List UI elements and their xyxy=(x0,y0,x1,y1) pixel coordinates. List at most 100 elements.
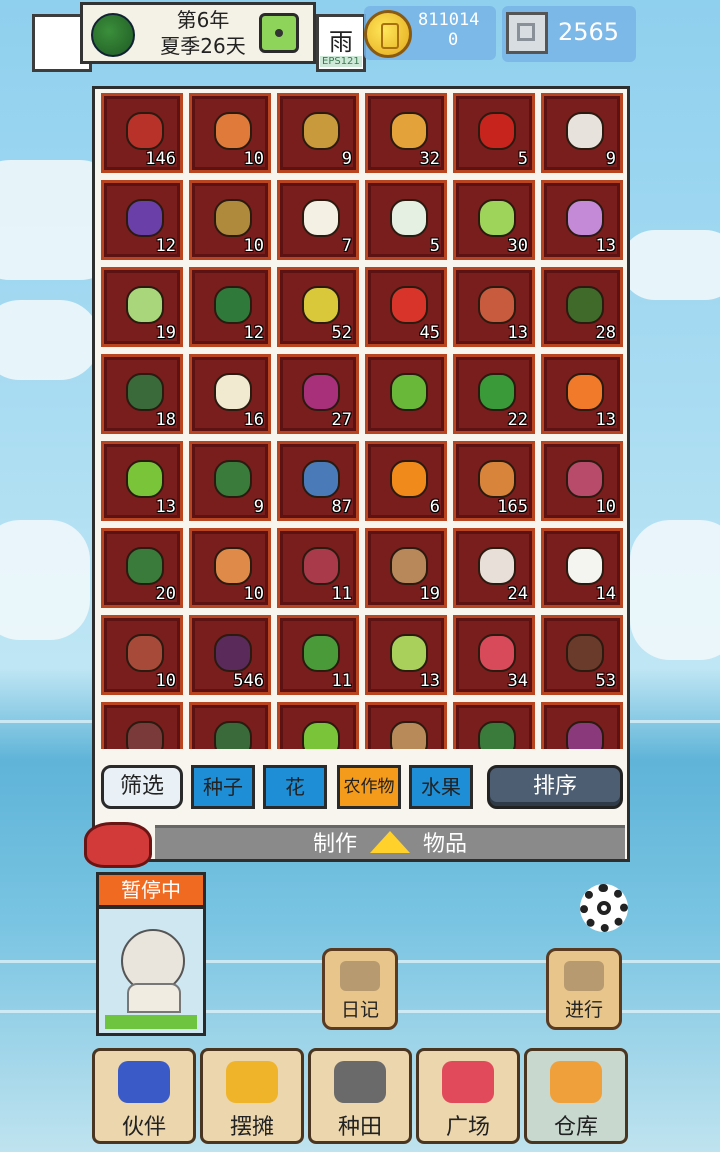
status-badge[interactable]: 暂停中 xyxy=(96,872,206,908)
gear-icon[interactable] xyxy=(580,884,628,932)
nav-warehouse[interactable]: 仓库 xyxy=(524,1048,628,1144)
inventory-grid[interactable]: 146 10 9 32 5 9 12 10 7 5 30 13 19 12 52 45 13 28 18 16 27 22… xyxy=(101,93,625,749)
tab-flowers[interactable]: 花 xyxy=(263,765,327,809)
inventory-slot[interactable]: 18 xyxy=(101,354,183,434)
item-count: 14 xyxy=(595,584,616,604)
proceed-button[interactable]: 进行 xyxy=(546,948,622,1030)
inventory-slot[interactable]: 10 xyxy=(101,615,183,695)
item-icon xyxy=(566,286,604,324)
watering-can-icon xyxy=(334,1061,386,1103)
tab-crops[interactable]: 农作物 xyxy=(337,765,401,809)
inventory-slot[interactable] xyxy=(365,702,447,749)
item-icon xyxy=(126,721,164,749)
inventory-slot[interactable]: 165 xyxy=(453,441,535,521)
inventory-slot[interactable]: 10 xyxy=(189,528,271,608)
inventory-slot[interactable]: 13 xyxy=(541,354,623,434)
inventory-slot[interactable]: 9 xyxy=(189,441,271,521)
inventory-slot[interactable]: 22 xyxy=(453,354,535,434)
date-panel: 第6年 夏季26天 xyxy=(80,2,316,64)
inventory-slot[interactable] xyxy=(101,702,183,749)
inventory-slot[interactable]: 13 xyxy=(453,267,535,347)
inventory-slot[interactable] xyxy=(453,702,535,749)
inventory-slot[interactable]: 45 xyxy=(365,267,447,347)
inventory-slot[interactable]: 13 xyxy=(365,615,447,695)
inventory-slot[interactable]: 13 xyxy=(101,441,183,521)
inventory-slot[interactable] xyxy=(541,702,623,749)
stamina-fill xyxy=(105,1015,197,1029)
season-day-label: 夏季26天 xyxy=(160,34,246,58)
year-label: 第6年 xyxy=(176,8,230,32)
coin-amount-main: 811014 xyxy=(418,10,480,30)
item-count: 34 xyxy=(507,671,528,691)
inventory-slot[interactable]: 28 xyxy=(541,267,623,347)
inventory-slot[interactable]: 7 xyxy=(277,180,359,260)
item-count: 10 xyxy=(243,149,264,169)
inventory-slot[interactable]: 19 xyxy=(365,528,447,608)
diary-label: 日记 xyxy=(340,999,379,1021)
tab-seeds[interactable]: 种子 xyxy=(191,765,255,809)
item-count: 7 xyxy=(341,236,352,256)
nav-farm[interactable]: 种田 xyxy=(308,1048,412,1144)
inventory-slot[interactable]: 11 xyxy=(277,615,359,695)
inventory-slot[interactable]: 9 xyxy=(541,93,623,173)
inventory-slot[interactable]: 10 xyxy=(541,441,623,521)
inventory-slot[interactable]: 10 xyxy=(189,93,271,173)
coin-amount: 811014 0 xyxy=(418,10,479,50)
inventory-slot[interactable]: 24 xyxy=(453,528,535,608)
nav-stall[interactable]: 摆摊 xyxy=(200,1048,304,1144)
date-text: 第6年 夏季26天 xyxy=(143,7,263,59)
item-icon xyxy=(126,460,164,498)
inventory-slot[interactable]: 11 xyxy=(277,528,359,608)
inventory-slot[interactable] xyxy=(365,354,447,434)
inventory-slot[interactable]: 546 xyxy=(189,615,271,695)
inventory-slot[interactable]: 5 xyxy=(453,93,535,173)
inventory-slot[interactable]: 14 xyxy=(541,528,623,608)
inventory-slot[interactable]: 6 xyxy=(365,441,447,521)
inventory-slot[interactable]: 20 xyxy=(101,528,183,608)
inventory-slot[interactable]: 19 xyxy=(101,267,183,347)
item-count: 12 xyxy=(243,323,264,343)
item-icon xyxy=(302,373,340,411)
item-icon xyxy=(302,460,340,498)
item-icon xyxy=(390,286,428,324)
nav-partners[interactable]: 伙伴 xyxy=(92,1048,196,1144)
nav-plaza[interactable]: 广场 xyxy=(416,1048,520,1144)
inventory-slot[interactable]: 146 xyxy=(101,93,183,173)
inventory-slot[interactable] xyxy=(277,702,359,749)
inventory-slot[interactable]: 52 xyxy=(277,267,359,347)
craft-bar[interactable]: 制作 物品 xyxy=(155,825,625,859)
background-cloud xyxy=(0,300,100,380)
item-icon xyxy=(302,634,340,672)
inventory-slot[interactable]: 32 xyxy=(365,93,447,173)
inventory-slot[interactable]: 5 xyxy=(365,180,447,260)
character-portrait[interactable] xyxy=(96,906,206,1036)
diary-button[interactable]: 日记 xyxy=(322,948,398,1030)
tab-fruits[interactable]: 水果 xyxy=(409,765,473,809)
item-count: 32 xyxy=(419,149,440,169)
inventory-slot[interactable]: 87 xyxy=(277,441,359,521)
inventory-slot[interactable] xyxy=(189,702,271,749)
inventory-slot[interactable]: 10 xyxy=(189,180,271,260)
sort-button[interactable]: 排序 xyxy=(487,765,623,809)
time-speed-icon[interactable] xyxy=(259,13,299,53)
inventory-slot[interactable]: 30 xyxy=(453,180,535,260)
eps-label: EPS121 xyxy=(320,56,362,67)
inventory-slot[interactable]: 34 xyxy=(453,615,535,695)
inventory-slot[interactable]: 12 xyxy=(189,267,271,347)
inventory-slot[interactable]: 53 xyxy=(541,615,623,695)
inventory-slot[interactable]: 27 xyxy=(277,354,359,434)
filter-button[interactable]: 筛选 xyxy=(101,765,183,809)
coin-counter: 811014 0 xyxy=(364,6,496,60)
item-icon xyxy=(390,112,428,150)
inventory-slot[interactable]: 13 xyxy=(541,180,623,260)
inventory-slot[interactable]: 16 xyxy=(189,354,271,434)
gem-amount: 2565 xyxy=(558,18,620,46)
item-count: 10 xyxy=(243,584,264,604)
item-count: 165 xyxy=(497,497,528,517)
item-count: 13 xyxy=(507,323,528,343)
item-count: 146 xyxy=(145,149,176,169)
inventory-slot[interactable]: 9 xyxy=(277,93,359,173)
item-icon xyxy=(214,286,252,324)
item-icon xyxy=(390,547,428,585)
inventory-slot[interactable]: 12 xyxy=(101,180,183,260)
